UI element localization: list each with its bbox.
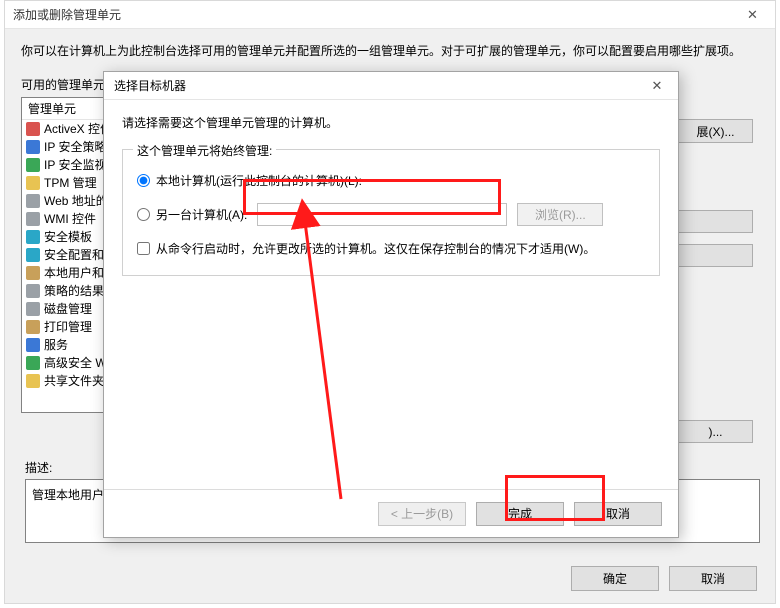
list-item[interactable]: WMI 控件: [22, 210, 105, 228]
list-item[interactable]: IP 安全监视: [22, 156, 105, 174]
allow-change-label: 从命令行启动时，允许更改所选的计算机。这仅在保存控制台的情况下才适用(W)。: [156, 240, 595, 257]
snapin-icon: [26, 212, 40, 226]
bg-intro-text: 你可以在计算机上为此控制台选择可用的管理单元并配置所选的一组管理单元。对于可扩展…: [21, 43, 759, 60]
close-icon: ✕: [747, 7, 758, 23]
list-items: ActiveX 控件 IP 安全策略 IP 安全监视 TPM 管理 Web 地址…: [22, 120, 105, 390]
list-item[interactable]: IP 安全策略: [22, 138, 105, 156]
snapin-icon: [26, 122, 40, 136]
list-item[interactable]: 安全模板: [22, 228, 105, 246]
list-item[interactable]: 服务: [22, 336, 105, 354]
bg-dialog-buttons: 确定 取消: [571, 566, 757, 591]
list-item[interactable]: 高级安全 W: [22, 354, 105, 372]
other-computer-row: 另一台计算机(A): 浏览(R)...: [137, 203, 645, 226]
snapin-icon: [26, 284, 40, 298]
other-computer-radio[interactable]: [137, 208, 150, 221]
close-icon: ✕: [652, 78, 663, 94]
local-computer-radio[interactable]: [137, 174, 150, 187]
snapin-icon: [26, 302, 40, 316]
edit-button-1[interactable]: [678, 210, 753, 239]
bg-title: 添加或删除管理单元: [13, 6, 121, 23]
advanced-button[interactable]: )...: [678, 420, 753, 449]
bg-titlebar: 添加或删除管理单元 ✕: [5, 1, 775, 29]
back-button[interactable]: < 上一步(B): [378, 502, 466, 526]
extensions-button[interactable]: 展(X)...: [678, 119, 753, 149]
snapin-icon: [26, 374, 40, 388]
ok-button[interactable]: 确定: [571, 566, 659, 591]
snapin-icon: [26, 338, 40, 352]
list-item[interactable]: ActiveX 控件: [22, 120, 105, 138]
list-item[interactable]: 共享文件夹: [22, 372, 105, 390]
other-computer-radio-row[interactable]: 另一台计算机(A):: [137, 206, 247, 223]
snapin-icon: [26, 140, 40, 154]
wizard-body: 请选择需要这个管理单元管理的计算机。 这个管理单元将始终管理: 本地计算机(运行…: [104, 100, 678, 489]
wizard-button-bar: < 上一步(B) 完成 取消: [104, 489, 678, 537]
snapin-icon: [26, 248, 40, 262]
cancel-button[interactable]: 取消: [669, 566, 757, 591]
target-computer-group: 这个管理单元将始终管理: 本地计算机(运行此控制台的计算机)(L): 另一台计算…: [122, 149, 660, 276]
edit-button-2[interactable]: [678, 244, 753, 273]
other-computer-label: 另一台计算机(A):: [156, 206, 247, 223]
list-item[interactable]: Web 地址的: [22, 192, 105, 210]
list-item[interactable]: 磁盘管理: [22, 300, 105, 318]
select-target-computer-wizard: 选择目标机器 ✕ 请选择需要这个管理单元管理的计算机。 这个管理单元将始终管理:…: [103, 71, 679, 538]
snapin-icon: [26, 266, 40, 280]
bg-close-button[interactable]: ✕: [730, 1, 775, 29]
snapin-icon: [26, 158, 40, 172]
group-title: 这个管理单元将始终管理:: [133, 142, 276, 159]
list-item[interactable]: 安全配置和分: [22, 246, 105, 264]
snapin-icon: [26, 356, 40, 370]
wizard-close-button[interactable]: ✕: [636, 72, 678, 100]
wizard-instruction: 请选择需要这个管理单元管理的计算机。: [122, 114, 660, 131]
description-label: 描述:: [25, 459, 52, 476]
list-item[interactable]: 本地用户和组: [22, 264, 105, 282]
list-item[interactable]: 策略的结果: [22, 282, 105, 300]
allow-change-checkbox-row[interactable]: 从命令行启动时，允许更改所选的计算机。这仅在保存控制台的情况下才适用(W)。: [137, 240, 645, 257]
list-item[interactable]: TPM 管理: [22, 174, 105, 192]
wizard-cancel-button[interactable]: 取消: [574, 502, 662, 526]
browse-button[interactable]: 浏览(R)...: [517, 203, 603, 226]
snapin-icon: [26, 230, 40, 244]
list-column-header[interactable]: 管理单元: [22, 98, 105, 120]
snapin-icon: [26, 176, 40, 190]
snapin-icon: [26, 320, 40, 334]
available-snapins-label: 可用的管理单元(: [21, 76, 109, 93]
local-computer-label: 本地计算机(运行此控制台的计算机)(L):: [156, 172, 362, 189]
other-computer-input[interactable]: [257, 203, 507, 226]
available-snapins-list[interactable]: 管理单元 ActiveX 控件 IP 安全策略 IP 安全监视 TPM 管理 W…: [21, 97, 106, 413]
local-computer-radio-row[interactable]: 本地计算机(运行此控制台的计算机)(L):: [137, 172, 645, 189]
allow-change-checkbox[interactable]: [137, 242, 150, 255]
wizard-titlebar: 选择目标机器 ✕: [104, 72, 678, 100]
snapin-icon: [26, 194, 40, 208]
finish-button[interactable]: 完成: [476, 502, 564, 526]
list-item[interactable]: 打印管理: [22, 318, 105, 336]
wizard-title: 选择目标机器: [114, 77, 186, 94]
